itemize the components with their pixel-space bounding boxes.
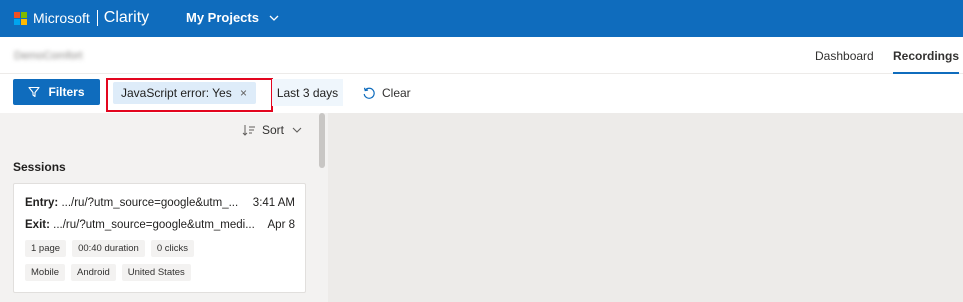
- active-filter-label: JavaScript error: Yes: [121, 86, 232, 100]
- sort-label: Sort: [262, 123, 285, 137]
- date-range-label: Last 3 days: [276, 85, 339, 100]
- session-time: 3:41 AM: [252, 197, 295, 209]
- scrollbar-thumb[interactable]: [319, 113, 325, 168]
- sessions-heading: Sessions: [13, 160, 66, 174]
- sort-icon: [242, 125, 255, 136]
- undo-icon: [363, 87, 375, 99]
- top-navigation-bar: Microsoft Clarity My Projects: [0, 0, 963, 37]
- exit-url: .../ru/?utm_source=google&utm_medi...: [53, 219, 255, 231]
- page-count-badge: 1 page: [25, 240, 67, 257]
- active-filter-chip[interactable]: JavaScript error: Yes ×: [113, 82, 256, 104]
- brand-divider: [96, 10, 98, 26]
- session-date: Apr 8: [267, 219, 296, 231]
- brand-name: Microsoft: [33, 10, 90, 26]
- project-header: DemoComfort Dashboard Recordings: [0, 37, 963, 74]
- duration-badge: 00:40 duration: [72, 240, 145, 257]
- entry-label: Entry:: [25, 197, 59, 209]
- session-exit: Exit: .../ru/?utm_source=google&utm_medi…: [25, 219, 255, 231]
- os-badge: Android: [71, 264, 116, 281]
- exit-label: Exit:: [25, 219, 50, 231]
- clear-button[interactable]: Clear: [362, 86, 411, 100]
- product-name: Clarity: [103, 9, 150, 26]
- chevron-down-icon: [292, 127, 302, 133]
- recording-player-area: [328, 113, 963, 302]
- chevron-down-icon: [269, 15, 279, 21]
- session-card[interactable]: Entry: .../ru/?utm_source=google&utm_...…: [13, 183, 306, 293]
- date-range-button[interactable]: Last 3 days: [272, 79, 343, 106]
- tab-recordings[interactable]: Recordings: [893, 49, 960, 74]
- session-entry: Entry: .../ru/?utm_source=google&utm_...: [25, 197, 238, 209]
- session-stats: 1 page 00:40 duration 0 clicks: [25, 240, 200, 257]
- country-badge: United States: [121, 264, 191, 281]
- project-name: DemoComfort: [14, 50, 83, 62]
- tab-dashboard[interactable]: Dashboard: [815, 49, 874, 63]
- filter-icon: [28, 86, 41, 98]
- filters-label: Filters: [48, 85, 85, 99]
- sort-dropdown[interactable]: Sort: [242, 123, 302, 137]
- clear-label: Clear: [382, 86, 411, 100]
- app-brand[interactable]: Microsoft Clarity: [33, 9, 149, 27]
- entry-url: .../ru/?utm_source=google&utm_...: [61, 197, 239, 209]
- my-projects-dropdown[interactable]: My Projects: [186, 10, 279, 25]
- filters-button[interactable]: Filters: [13, 79, 100, 105]
- clicks-badge: 0 clicks: [150, 240, 194, 257]
- my-projects-label: My Projects: [186, 10, 259, 25]
- session-meta: Mobile Android United States: [25, 264, 197, 281]
- device-badge: Mobile: [25, 264, 65, 281]
- close-icon[interactable]: ×: [240, 86, 247, 100]
- microsoft-logo-icon: [14, 12, 27, 25]
